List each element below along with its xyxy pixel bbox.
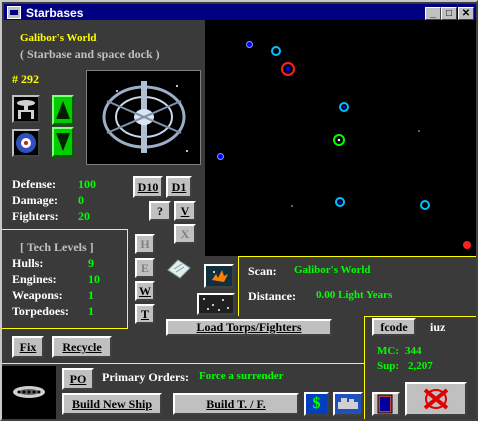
- divider: [364, 316, 365, 419]
- primary-orders-value[interactable]: Force a surrender: [199, 370, 284, 382]
- divider: [364, 316, 476, 317]
- race-emblem-button[interactable]: [12, 129, 40, 157]
- starfield-icon: [199, 295, 233, 313]
- starbase-picture: [102, 81, 188, 153]
- star-dot: [291, 205, 293, 207]
- x-button[interactable]: X: [174, 224, 196, 244]
- divider: [127, 229, 128, 329]
- planet-marker[interactable]: [420, 200, 430, 210]
- defense-value: 100: [78, 177, 96, 191]
- build-torps-fighters-button[interactable]: Build T. / F.: [173, 393, 299, 415]
- po-button[interactable]: PO: [62, 368, 94, 390]
- v-button[interactable]: V: [174, 201, 196, 221]
- fix-button[interactable]: Fix: [12, 336, 44, 358]
- supplies-label: Sup:: [377, 360, 400, 372]
- scan-value: Galibor's World: [294, 264, 371, 276]
- arrow-down-icon: [56, 133, 70, 151]
- starbase-emblem: [2, 366, 56, 419]
- minimize-button[interactable]: _: [425, 7, 441, 20]
- door-icon: [377, 394, 393, 414]
- distance-label: Distance:: [248, 289, 296, 303]
- window-title: Starbases: [26, 6, 84, 20]
- torpedoes-value: 1: [88, 304, 94, 318]
- star-dot: [418, 130, 420, 132]
- next-base-button[interactable]: [52, 127, 74, 157]
- weapons-value: 1: [88, 288, 94, 302]
- divider: [2, 363, 364, 364]
- starbase-id: # 292: [12, 72, 39, 86]
- cargo-button[interactable]: [333, 392, 363, 416]
- d10-button[interactable]: D10: [133, 176, 163, 198]
- tech-engines-button[interactable]: E: [135, 258, 155, 278]
- build-new-ship-button[interactable]: Build New Ship: [62, 393, 162, 415]
- app-icon: [7, 6, 21, 19]
- divider: [2, 229, 127, 230]
- planet-name: Galibor's World: [20, 32, 97, 44]
- fcode-value: iuz: [430, 320, 446, 334]
- mc-value: 344: [405, 345, 422, 357]
- scan-label: Scan:: [248, 264, 277, 278]
- d1-button[interactable]: D1: [166, 176, 192, 198]
- notes-icon: [167, 259, 191, 279]
- engines-label: Engines:: [12, 272, 57, 286]
- starmap-button[interactable]: [197, 293, 235, 315]
- explosion-icon: [206, 266, 232, 286]
- planet-marker[interactable]: [335, 197, 345, 207]
- starbase-image: [86, 70, 201, 165]
- primary-orders-label: Primary Orders:: [102, 370, 189, 384]
- fighters-label: Fighters:: [12, 209, 59, 223]
- starship-icon: [17, 100, 35, 119]
- help-button[interactable]: ?: [149, 201, 171, 221]
- race-emblem-icon: [16, 133, 36, 153]
- damage-value: 0: [78, 193, 84, 207]
- previous-base-button[interactable]: [52, 95, 74, 125]
- hulls-value: 9: [88, 256, 94, 270]
- cargo-ship-icon: [338, 398, 358, 409]
- tech-torpedoes-button[interactable]: T: [135, 304, 155, 324]
- dollar-button[interactable]: $: [304, 392, 329, 416]
- space-scanner-map[interactable]: [205, 20, 476, 256]
- torpedoes-label: Torpedoes:: [12, 304, 69, 318]
- distance-value: 0.00 Light Years: [316, 289, 393, 301]
- starship-icon-button[interactable]: [12, 95, 40, 123]
- engines-value: 10: [88, 272, 100, 286]
- damage-label: Damage:: [12, 193, 58, 207]
- notes-button[interactable]: [166, 258, 192, 280]
- defense-label: Defense:: [12, 177, 56, 191]
- starbase-emblem-icon: [13, 386, 45, 398]
- close-dialog-button[interactable]: [405, 382, 467, 416]
- divider: [2, 328, 127, 329]
- mc-label: MC:: [377, 345, 399, 357]
- maximize-button[interactable]: □: [441, 7, 457, 20]
- hulls-label: Hulls:: [12, 256, 44, 270]
- weapons-label: Weapons:: [12, 288, 63, 302]
- divider: [238, 256, 476, 257]
- tech-weapons-button[interactable]: W: [135, 281, 155, 301]
- close-button[interactable]: ✕: [458, 7, 474, 20]
- exit-door-button[interactable]: [372, 392, 400, 416]
- planet-marker[interactable]: [246, 41, 253, 48]
- fcode-button[interactable]: fcode: [372, 318, 416, 336]
- tech-hulls-button[interactable]: H: [135, 234, 155, 254]
- tech-levels-header: [ Tech Levels ]: [20, 240, 94, 254]
- close-x-icon: [423, 388, 449, 410]
- starbase-description: ( Starbase and space dock ): [20, 47, 160, 61]
- current-planet-marker[interactable]: [333, 134, 345, 146]
- supplies-value: 2,207: [408, 360, 433, 372]
- load-torps-fighters-button[interactable]: Load Torps/Fighters: [166, 319, 332, 336]
- divider: [238, 256, 239, 316]
- arrow-up-icon: [56, 101, 70, 119]
- attack-button[interactable]: [204, 264, 234, 288]
- recycle-button[interactable]: Recycle: [52, 336, 112, 358]
- planet-marker[interactable]: [217, 153, 224, 160]
- planet-marker[interactable]: [463, 241, 471, 249]
- planet-marker[interactable]: [281, 62, 295, 76]
- fighters-value: 20: [78, 209, 90, 223]
- planet-marker[interactable]: [271, 46, 281, 56]
- planet-marker[interactable]: [339, 102, 349, 112]
